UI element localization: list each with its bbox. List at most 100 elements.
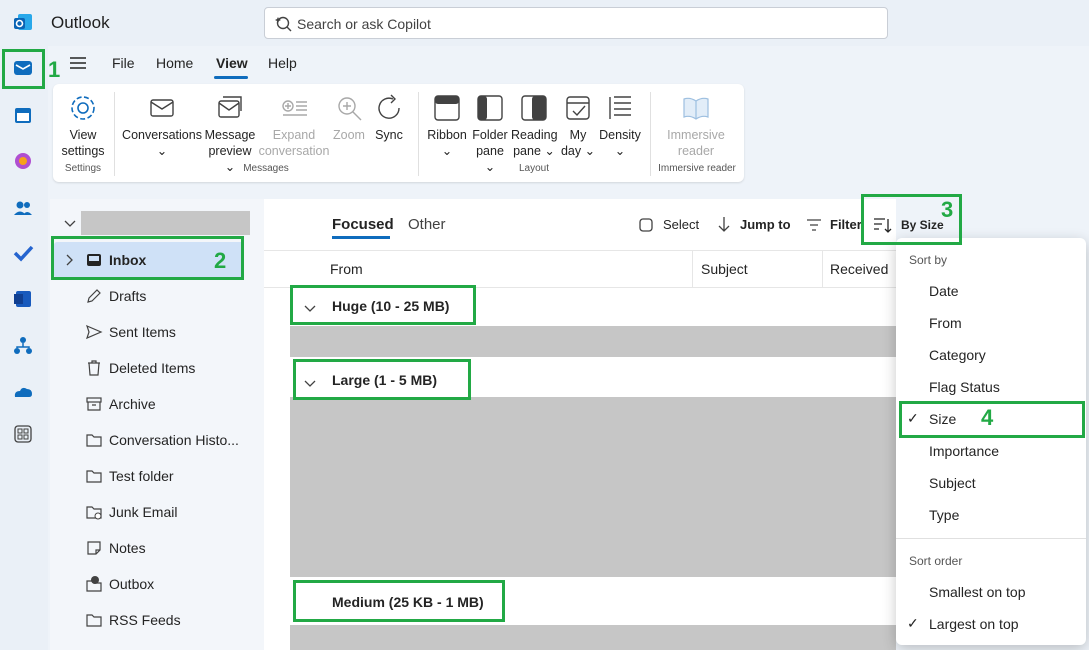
sort-option-subject[interactable]: Subject <box>896 467 1086 499</box>
callout-box-huge-group <box>290 285 476 325</box>
column-divider <box>692 251 693 287</box>
callout-box-large-group <box>293 359 471 400</box>
message-row-redacted[interactable] <box>290 326 896 357</box>
group-label-layout: Layout <box>518 163 550 174</box>
folder-icon <box>85 431 103 449</box>
more-apps-icon[interactable] <box>12 423 34 445</box>
folder-rss-feeds[interactable]: RSS Feeds <box>54 602 244 638</box>
folder-junk-email[interactable]: Junk Email <box>54 494 244 530</box>
divider <box>264 250 896 251</box>
folder-deleted-items[interactable]: Deleted Items <box>54 350 244 386</box>
todo-app-icon[interactable] <box>12 242 34 264</box>
account-name-redacted <box>81 211 250 235</box>
column-divider <box>822 251 823 287</box>
folder-drafts[interactable]: Drafts <box>54 278 244 314</box>
focused-tab-indicator <box>332 236 390 239</box>
copilot-app-icon[interactable] <box>12 150 34 172</box>
reading-pane-icon <box>521 95 547 121</box>
folder-label: Archive <box>109 396 156 412</box>
folder-label: Test folder <box>109 468 174 484</box>
zoom-icon <box>338 97 362 121</box>
callout-number-4: 4 <box>981 405 994 430</box>
sort-option-date[interactable]: Date <box>896 275 1086 307</box>
checkmark-icon: ✓ <box>907 615 919 631</box>
sort-option-category[interactable]: Category <box>896 339 1086 371</box>
folder-label: RSS Feeds <box>109 612 181 628</box>
group-label-messages: Messages <box>243 163 289 174</box>
word-app-icon[interactable] <box>12 288 34 310</box>
folder-notes[interactable]: Notes <box>54 530 244 566</box>
search-box[interactable]: Search or ask Copilot <box>264 7 888 39</box>
sort-order-smallest-on-top[interactable]: Smallest on top <box>896 576 1086 608</box>
people-app-icon[interactable] <box>12 197 34 219</box>
sort-option-from[interactable]: From <box>896 307 1086 339</box>
folder-conversation-history[interactable]: Conversation Histo... <box>54 422 244 458</box>
menu-tab-view[interactable]: View <box>216 55 248 71</box>
search-placeholder: Search or ask Copilot <box>297 16 431 32</box>
view-settings-button[interactable]: View settings <box>58 93 108 159</box>
sort-option-importance[interactable]: Importance <box>896 435 1086 467</box>
column-header-subject[interactable]: Subject <box>701 261 748 277</box>
tab-focused[interactable]: Focused <box>332 216 394 233</box>
message-preview-icon <box>218 96 242 118</box>
ribbon-icon <box>434 95 460 121</box>
sort-order-largest-on-top[interactable]: ✓ Largest on top <box>896 608 1086 640</box>
onedrive-app-icon[interactable] <box>12 381 34 403</box>
folder-label: Outbox <box>109 576 155 592</box>
hamburger-menu-icon[interactable] <box>69 56 87 73</box>
sort-option-type[interactable]: Type <box>896 499 1086 531</box>
callout-box-mail <box>2 49 45 89</box>
org-chart-icon[interactable] <box>12 335 34 357</box>
my-day-button[interactable]: My day ⌄ <box>559 93 597 159</box>
app-title: Outlook <box>51 13 110 32</box>
menu-tab-help[interactable]: Help <box>268 55 297 71</box>
ribbon-toggle-button[interactable]: Ribbon ⌄ <box>426 93 468 159</box>
message-rows-redacted[interactable] <box>290 397 896 577</box>
menu-tab-file[interactable]: File <box>112 55 135 71</box>
sort-option-flag-status[interactable]: Flag Status <box>896 371 1086 403</box>
outlook-logo-icon <box>12 12 34 34</box>
folder-sent-items[interactable]: Sent Items <box>54 314 244 350</box>
callout-number-1: 1 <box>48 57 61 82</box>
folder-label: Deleted Items <box>109 360 196 376</box>
immersive-reader-button[interactable]: Immersive reader <box>660 93 732 159</box>
density-icon <box>609 96 631 119</box>
callout-box-medium-group <box>293 580 505 622</box>
calendar-app-icon[interactable] <box>12 104 34 126</box>
expand-conversation-icon <box>282 100 307 116</box>
select-icon <box>638 217 654 236</box>
folder-label: Conversation Histo... <box>109 432 239 448</box>
column-header-from[interactable]: From <box>330 261 363 277</box>
active-tab-indicator <box>214 76 248 79</box>
conversations-button[interactable]: Conversations ⌄ <box>122 93 202 159</box>
sort-order-header: Sort order <box>909 554 963 568</box>
menu-tab-home[interactable]: Home <box>156 55 193 71</box>
archive-icon <box>85 395 103 413</box>
pencil-icon <box>85 287 103 305</box>
copilot-search-icon <box>275 15 293 33</box>
folder-test-folder[interactable]: Test folder <box>54 458 244 494</box>
column-header-received[interactable]: Received <box>830 261 888 277</box>
chevron-down-icon[interactable] <box>64 216 76 231</box>
zoom-button[interactable]: Zoom <box>331 93 367 143</box>
reading-pane-button[interactable]: Reading pane ⌄ <box>511 93 558 159</box>
folder-outbox[interactable]: Outbox <box>54 566 244 602</box>
trash-icon <box>85 359 103 377</box>
expand-conversation-button[interactable]: Expand conversation <box>258 93 330 159</box>
tab-other[interactable]: Other <box>408 216 446 233</box>
folder-archive[interactable]: Archive <box>54 386 244 422</box>
ribbon-separator <box>418 92 419 176</box>
my-day-icon <box>566 96 590 120</box>
group-label-immersive-reader: Immersive reader <box>658 163 736 174</box>
density-button[interactable]: Density ⌄ <box>598 93 642 159</box>
notes-icon <box>85 539 103 557</box>
group-label-settings: Settings <box>64 163 102 174</box>
outbox-icon <box>85 575 103 593</box>
folder-label: Drafts <box>109 288 147 304</box>
folder-label: Notes <box>109 540 146 556</box>
conversations-icon <box>150 99 174 117</box>
ribbon-separator <box>650 92 651 176</box>
message-row-redacted[interactable] <box>290 625 896 650</box>
send-icon <box>85 323 103 341</box>
sync-button[interactable]: Sync <box>371 93 407 143</box>
